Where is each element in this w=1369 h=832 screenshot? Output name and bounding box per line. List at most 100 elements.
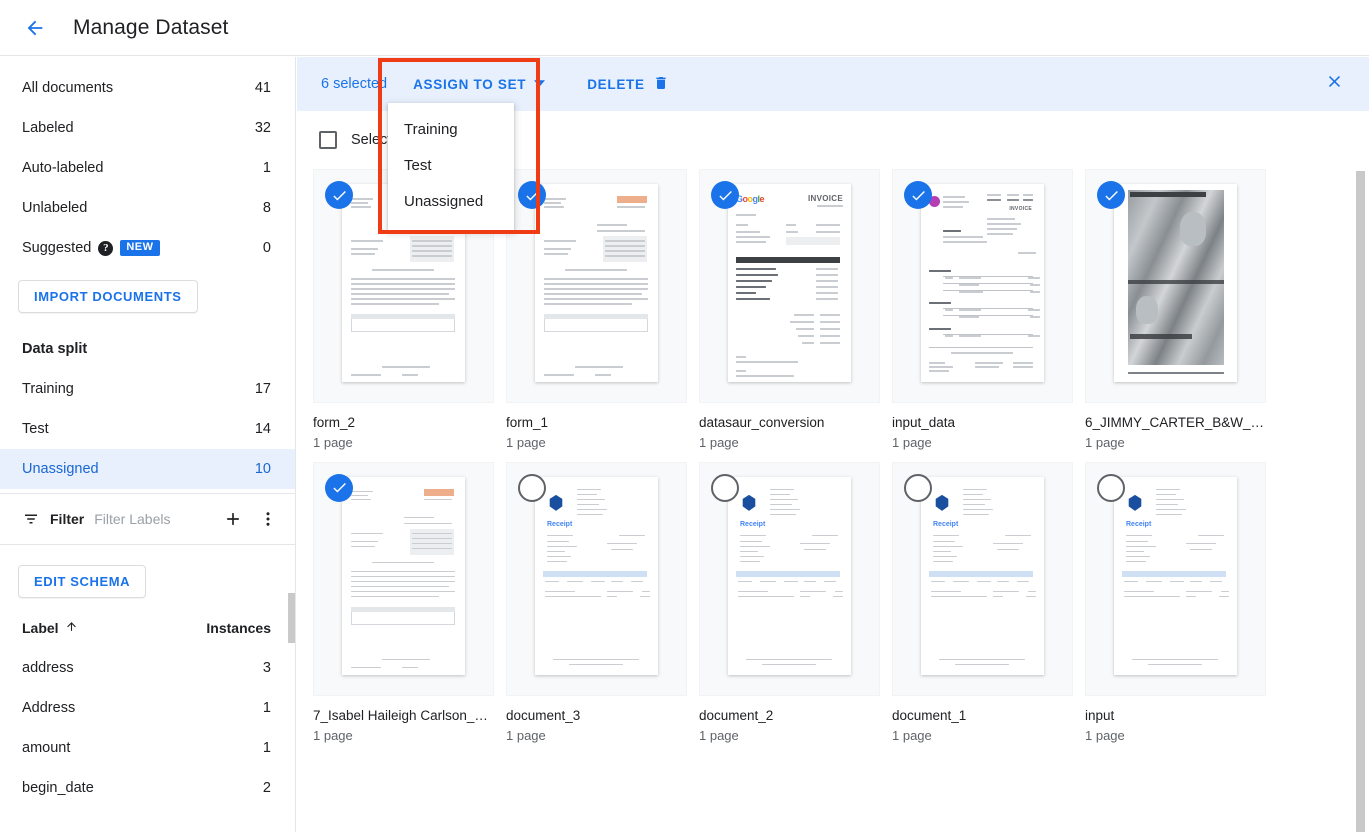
page-title: Manage Dataset [73, 16, 229, 40]
label-name: address [22, 660, 74, 676]
sidebar-item-all-documents[interactable]: All documents 41 [0, 68, 295, 108]
document-pages: 1 page [699, 728, 892, 743]
main-scrollbar[interactable] [1356, 171, 1365, 832]
sidebar-scrollbar[interactable] [288, 593, 296, 643]
sidebar-label: All documents [22, 80, 113, 96]
document-card[interactable]: INVOICE [892, 169, 1085, 462]
google-logo: Google [736, 194, 764, 204]
sidebar-item-suggested[interactable]: Suggested ? NEW 0 [0, 228, 295, 268]
document-pages: 1 page [313, 435, 506, 450]
document-thumbnail[interactable] [1085, 169, 1266, 403]
document-thumbnail[interactable]: Google INVOICE [699, 169, 880, 403]
label-table: Label Instances address 3 Address 1 amou… [0, 608, 295, 808]
label-name: begin_date [22, 780, 94, 796]
page-preview: Receipt [1114, 477, 1237, 675]
arrow-up-icon [65, 620, 78, 636]
document-checkbox-unchecked[interactable] [904, 474, 932, 502]
document-card[interactable]: Google INVOICE [699, 169, 892, 462]
help-icon[interactable]: ? [98, 241, 113, 256]
select-all-checkbox[interactable] [319, 131, 337, 149]
plus-icon[interactable] [223, 509, 243, 529]
document-checkbox-unchecked[interactable] [518, 474, 546, 502]
document-card[interactable]: form_1 1 page [506, 169, 699, 462]
document-name: document_2 [699, 708, 880, 725]
filter-labels-input[interactable]: Filter Labels [94, 511, 213, 527]
document-thumbnail[interactable]: Receipt [1085, 462, 1266, 696]
document-card[interactable]: 7_Isabel Haileigh Carlson_U… 1 page [313, 462, 506, 755]
document-checkbox-checked[interactable] [325, 474, 353, 502]
sidebar-item-training[interactable]: Training 17 [0, 369, 295, 409]
more-vert-icon[interactable] [259, 510, 277, 528]
document-name: form_2 [313, 415, 494, 432]
label-table-header: Label Instances [0, 608, 295, 648]
document-name: datasaur_conversion [699, 415, 880, 432]
receipt-title: Receipt [933, 521, 958, 528]
document-thumbnail[interactable]: Receipt [699, 462, 880, 696]
assign-to-set-button[interactable]: ASSIGN TO SET [401, 66, 557, 102]
menu-item-test[interactable]: Test [388, 147, 514, 183]
import-documents-button[interactable]: IMPORT DOCUMENTS [18, 280, 198, 313]
document-checkbox-unchecked[interactable] [711, 474, 739, 502]
filter-bar: Filter Filter Labels [0, 493, 295, 545]
document-card[interactable]: Receipt [699, 462, 892, 755]
data-split-title: Data split [0, 329, 295, 369]
document-checkbox-checked[interactable] [711, 181, 739, 209]
document-thumbnail[interactable] [506, 169, 687, 403]
document-thumbnail[interactable]: Receipt [506, 462, 687, 696]
top-app-bar: Manage Dataset [0, 0, 1369, 56]
label-column-header[interactable]: Label [22, 620, 78, 636]
edit-schema-button[interactable]: EDIT SCHEMA [18, 565, 146, 598]
filter-icon[interactable] [22, 510, 40, 528]
document-card[interactable]: 6_JIMMY_CARTER_B&W_Ro… 1 page [1085, 169, 1278, 462]
document-checkbox-checked[interactable] [904, 181, 932, 209]
label-instances: 1 [263, 740, 271, 756]
document-checkbox-checked[interactable] [518, 181, 546, 209]
sidebar-count: 32 [255, 120, 271, 136]
page-preview: Receipt [728, 477, 851, 675]
back-button[interactable] [15, 8, 55, 48]
page-preview [1114, 184, 1237, 382]
document-checkbox-checked[interactable] [1097, 181, 1125, 209]
document-thumbnail[interactable]: Receipt [892, 462, 1073, 696]
sidebar-item-unlabeled[interactable]: Unlabeled 8 [0, 188, 295, 228]
label-instances: 2 [263, 780, 271, 796]
sidebar-count: 41 [255, 80, 271, 96]
sidebar-label: Auto-labeled [22, 160, 103, 176]
menu-item-unassigned[interactable]: Unassigned [388, 183, 514, 219]
label-instances: 1 [263, 700, 271, 716]
documents-grid: form_2 1 page [297, 169, 1369, 755]
receipt-title: Receipt [547, 521, 572, 528]
page-preview [535, 184, 658, 382]
page-preview: INVOICE [921, 184, 1044, 382]
sidebar-item-labeled[interactable]: Labeled 32 [0, 108, 295, 148]
menu-item-training[interactable]: Training [388, 111, 514, 147]
label-row[interactable]: address 3 [0, 648, 295, 688]
document-thumbnail[interactable]: INVOICE [892, 169, 1073, 403]
document-checkbox-unchecked[interactable] [1097, 474, 1125, 502]
document-checkbox-checked[interactable] [325, 181, 353, 209]
document-card[interactable]: Receipt [1085, 462, 1278, 755]
sidebar-item-unassigned[interactable]: Unassigned 10 [0, 449, 295, 489]
selected-count-text: 6 selected [307, 76, 401, 92]
new-badge: NEW [120, 240, 159, 256]
sidebar-item-test[interactable]: Test 14 [0, 409, 295, 449]
label-row[interactable]: amount 1 [0, 728, 295, 768]
sidebar-count: 10 [255, 461, 271, 477]
assign-to-set-menu: Training Test Unassigned [388, 103, 514, 231]
sidebar-item-auto-labeled[interactable]: Auto-labeled 1 [0, 148, 295, 188]
sidebar: All documents 41 Labeled 32 Auto-labeled… [0, 57, 296, 832]
close-selection-button[interactable] [1321, 71, 1347, 97]
document-card[interactable]: Receipt [892, 462, 1085, 755]
document-pages: 1 page [1085, 435, 1278, 450]
delete-button[interactable]: DELETE [575, 66, 680, 102]
label-row[interactable]: Address 1 [0, 688, 295, 728]
document-name: form_1 [506, 415, 687, 432]
document-card[interactable]: Receipt [506, 462, 699, 755]
page-preview: Receipt [535, 477, 658, 675]
document-thumbnail[interactable] [313, 462, 494, 696]
sidebar-count: 14 [255, 421, 271, 437]
label-row[interactable]: begin_date 2 [0, 768, 295, 808]
sidebar-count: 17 [255, 381, 271, 397]
sidebar-label: Training [22, 381, 74, 397]
document-pages: 1 page [313, 728, 506, 743]
